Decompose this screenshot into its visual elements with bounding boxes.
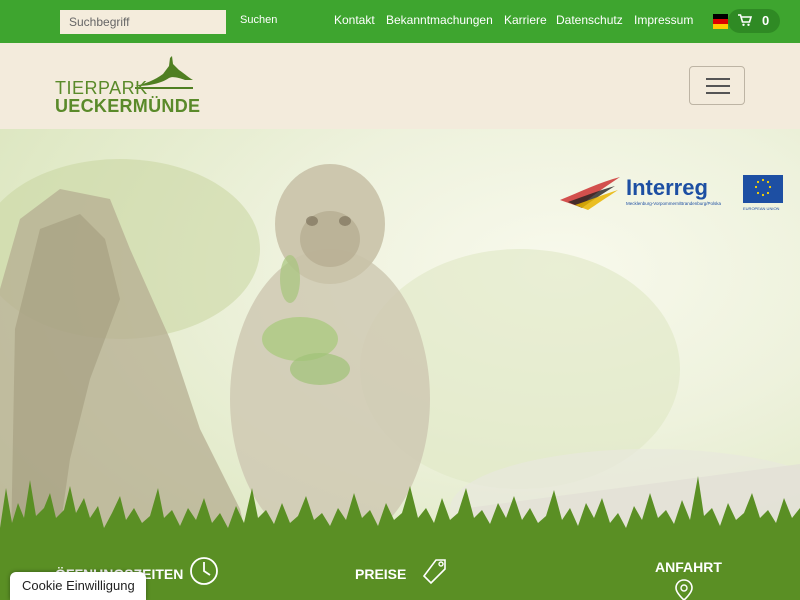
site-header: TIERPARK UECKERMÜNDE	[0, 43, 800, 129]
price-tag-icon[interactable]	[418, 554, 450, 586]
link-kontakt[interactable]: Kontakt	[334, 13, 375, 27]
link-impressum[interactable]: Impressum	[634, 13, 693, 27]
location-pin-icon[interactable]	[672, 578, 696, 600]
cart-count: 0	[762, 13, 770, 28]
interreg-region: Mecklenburg-Vorpommern/Brandenburg/Polsk…	[626, 201, 722, 206]
search-input[interactable]	[60, 10, 226, 34]
nav-anfahrt[interactable]: ANFAHRT	[655, 559, 722, 575]
top-bar: Suchen Kontakt Bekanntmachungen Karriere…	[0, 0, 800, 43]
hamburger-menu-icon[interactable]	[689, 66, 745, 105]
de-flag-icon[interactable]	[713, 14, 728, 29]
cookie-consent-button[interactable]: Cookie Einwilligung	[10, 572, 146, 600]
interreg-logo[interactable]: Interreg Mecklenburg-Vorpommern/Brandenb…	[560, 172, 785, 214]
logo-text-ueckermuende: UECKERMÜNDE	[55, 96, 201, 116]
eu-label: EUROPEAN UNION	[743, 206, 780, 211]
clock-icon[interactable]	[188, 555, 220, 587]
link-karriere[interactable]: Karriere	[504, 13, 547, 27]
nav-preise[interactable]: PREISE	[355, 566, 406, 582]
search-button[interactable]: Suchen	[240, 14, 277, 26]
link-bekanntmachungen[interactable]: Bekanntmachungen	[386, 13, 493, 27]
interreg-name: Interreg	[626, 175, 708, 200]
tierpark-logo[interactable]: TIERPARK UECKERMÜNDE	[55, 56, 200, 118]
cart-button[interactable]: 0	[728, 9, 780, 33]
shopping-cart-icon	[738, 14, 752, 26]
link-datenschutz[interactable]: Datenschutz	[556, 13, 623, 27]
